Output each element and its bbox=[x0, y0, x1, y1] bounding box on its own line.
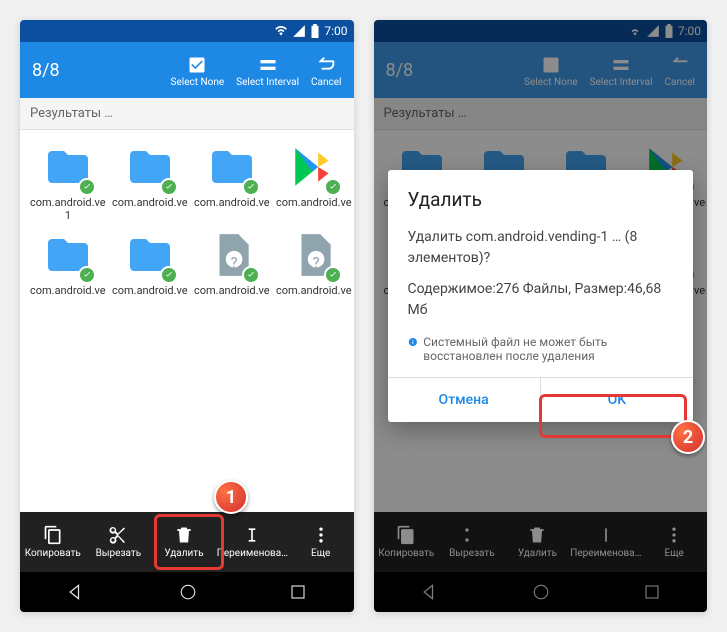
cut-button[interactable]: Вырезать bbox=[86, 512, 152, 572]
dialog-ok-button[interactable]: OK bbox=[541, 378, 693, 422]
back-nav-icon[interactable] bbox=[66, 582, 86, 602]
bottom-action-bar: Копировать Вырезать Удалить Переименова…… bbox=[20, 512, 354, 572]
dialog-message-1: Удалить com.android.vending-1 … (8 элеме… bbox=[408, 227, 674, 269]
svg-text:?: ? bbox=[231, 254, 238, 272]
dialog-buttons: Отмена OK bbox=[388, 377, 694, 422]
file-item[interactable]: ? com.android.vending_ bbox=[276, 228, 352, 297]
file-item[interactable]: com.android.vending bbox=[194, 140, 270, 222]
selection-toolbar: 8/8 Select None Select Interval Cancel bbox=[20, 42, 354, 98]
file-item[interactable]: com.android.vending bbox=[30, 228, 106, 297]
dialog-message-2: Содержимое:276 Файлы, Размер:46,68 Мб bbox=[408, 279, 674, 321]
file-label: com.android.vending bbox=[194, 284, 270, 297]
battery-icon bbox=[310, 24, 320, 38]
delete-dialog: Удалить Удалить com.android.vending-1 … … bbox=[388, 170, 694, 422]
trash-icon bbox=[174, 525, 194, 545]
folder-icon bbox=[36, 140, 100, 194]
folder-icon bbox=[118, 140, 182, 194]
selected-check-icon bbox=[324, 266, 342, 284]
selected-check-icon bbox=[160, 178, 178, 196]
home-nav-icon[interactable] bbox=[179, 583, 197, 601]
file-label: com.android.vending_ bbox=[276, 284, 352, 297]
checkbox-icon bbox=[187, 55, 207, 75]
file-item[interactable]: com.android.vending bbox=[112, 140, 188, 222]
clock: 7:00 bbox=[324, 24, 347, 38]
file-label: com.android.vending bbox=[30, 284, 106, 297]
selected-check-icon bbox=[242, 266, 260, 284]
cursor-text-icon bbox=[242, 525, 262, 545]
folder-icon bbox=[200, 140, 264, 194]
file-item[interactable]: ? com.android.vending bbox=[194, 228, 270, 297]
more-button[interactable]: Еще bbox=[288, 512, 354, 572]
copy-icon bbox=[43, 525, 63, 545]
folder-icon bbox=[118, 228, 182, 282]
more-vert-icon bbox=[311, 525, 331, 545]
phone-screenshot-2: 7:00 8/8 Select None Select Interval Can… bbox=[374, 20, 708, 612]
folder-icon bbox=[36, 228, 100, 282]
select-none-button[interactable]: Select None bbox=[171, 53, 225, 88]
back-arrow-icon bbox=[315, 54, 337, 76]
dialog-warning: Системный файл не может быть восстановле… bbox=[388, 331, 694, 377]
status-bar: 7:00 bbox=[20, 20, 354, 42]
step-badge-1: 1 bbox=[214, 480, 248, 514]
signal-icon bbox=[292, 24, 306, 38]
selected-check-icon bbox=[78, 178, 96, 196]
unknown-file-icon: ? bbox=[282, 228, 346, 282]
recent-nav-icon[interactable] bbox=[289, 583, 307, 601]
phone-screenshot-1: 7:00 8/8 Select None Select Interval Can… bbox=[20, 20, 354, 612]
file-label: com.android.vending-1 bbox=[30, 196, 106, 222]
file-grid-area[interactable]: com.android.vending-1 com.android.vending… bbox=[20, 130, 354, 512]
select-interval-button[interactable]: Select Interval bbox=[236, 53, 299, 88]
dialog-title: Удалить bbox=[388, 170, 694, 221]
scissors-icon bbox=[108, 525, 128, 545]
selection-count: 8/8 bbox=[32, 60, 171, 81]
selected-check-icon bbox=[242, 178, 260, 196]
selected-check-icon bbox=[78, 266, 96, 284]
dialog-body: Удалить com.android.vending-1 … (8 элеме… bbox=[388, 221, 694, 331]
file-label: com.android.vending bbox=[112, 284, 188, 297]
file-label: com.android.vending bbox=[112, 196, 188, 209]
file-item[interactable]: com.android.vending.p bbox=[276, 140, 352, 222]
step-badge-2: 2 bbox=[671, 420, 705, 454]
file-item[interactable]: com.android.vending bbox=[112, 228, 188, 297]
cancel-selection-button[interactable]: Cancel bbox=[311, 53, 341, 88]
copy-button[interactable]: Копировать bbox=[20, 512, 86, 572]
file-item[interactable]: com.android.vending-1 bbox=[30, 140, 106, 222]
selected-check-icon bbox=[324, 178, 342, 196]
file-label: com.android.vending.p bbox=[276, 196, 352, 209]
svg-text:?: ? bbox=[313, 254, 320, 272]
interval-icon bbox=[258, 55, 278, 75]
breadcrumb[interactable]: Результаты … bbox=[20, 98, 354, 130]
rename-button[interactable]: Переименова… bbox=[217, 512, 288, 572]
android-navbar bbox=[20, 572, 354, 612]
wifi-icon bbox=[274, 24, 288, 38]
file-label: com.android.vending bbox=[194, 196, 270, 209]
delete-button[interactable]: Удалить bbox=[151, 512, 217, 572]
unknown-file-icon: ? bbox=[200, 228, 264, 282]
play-store-icon bbox=[282, 140, 346, 194]
dialog-cancel-button[interactable]: Отмена bbox=[388, 378, 541, 422]
selected-check-icon bbox=[160, 266, 178, 284]
info-icon bbox=[408, 335, 418, 349]
